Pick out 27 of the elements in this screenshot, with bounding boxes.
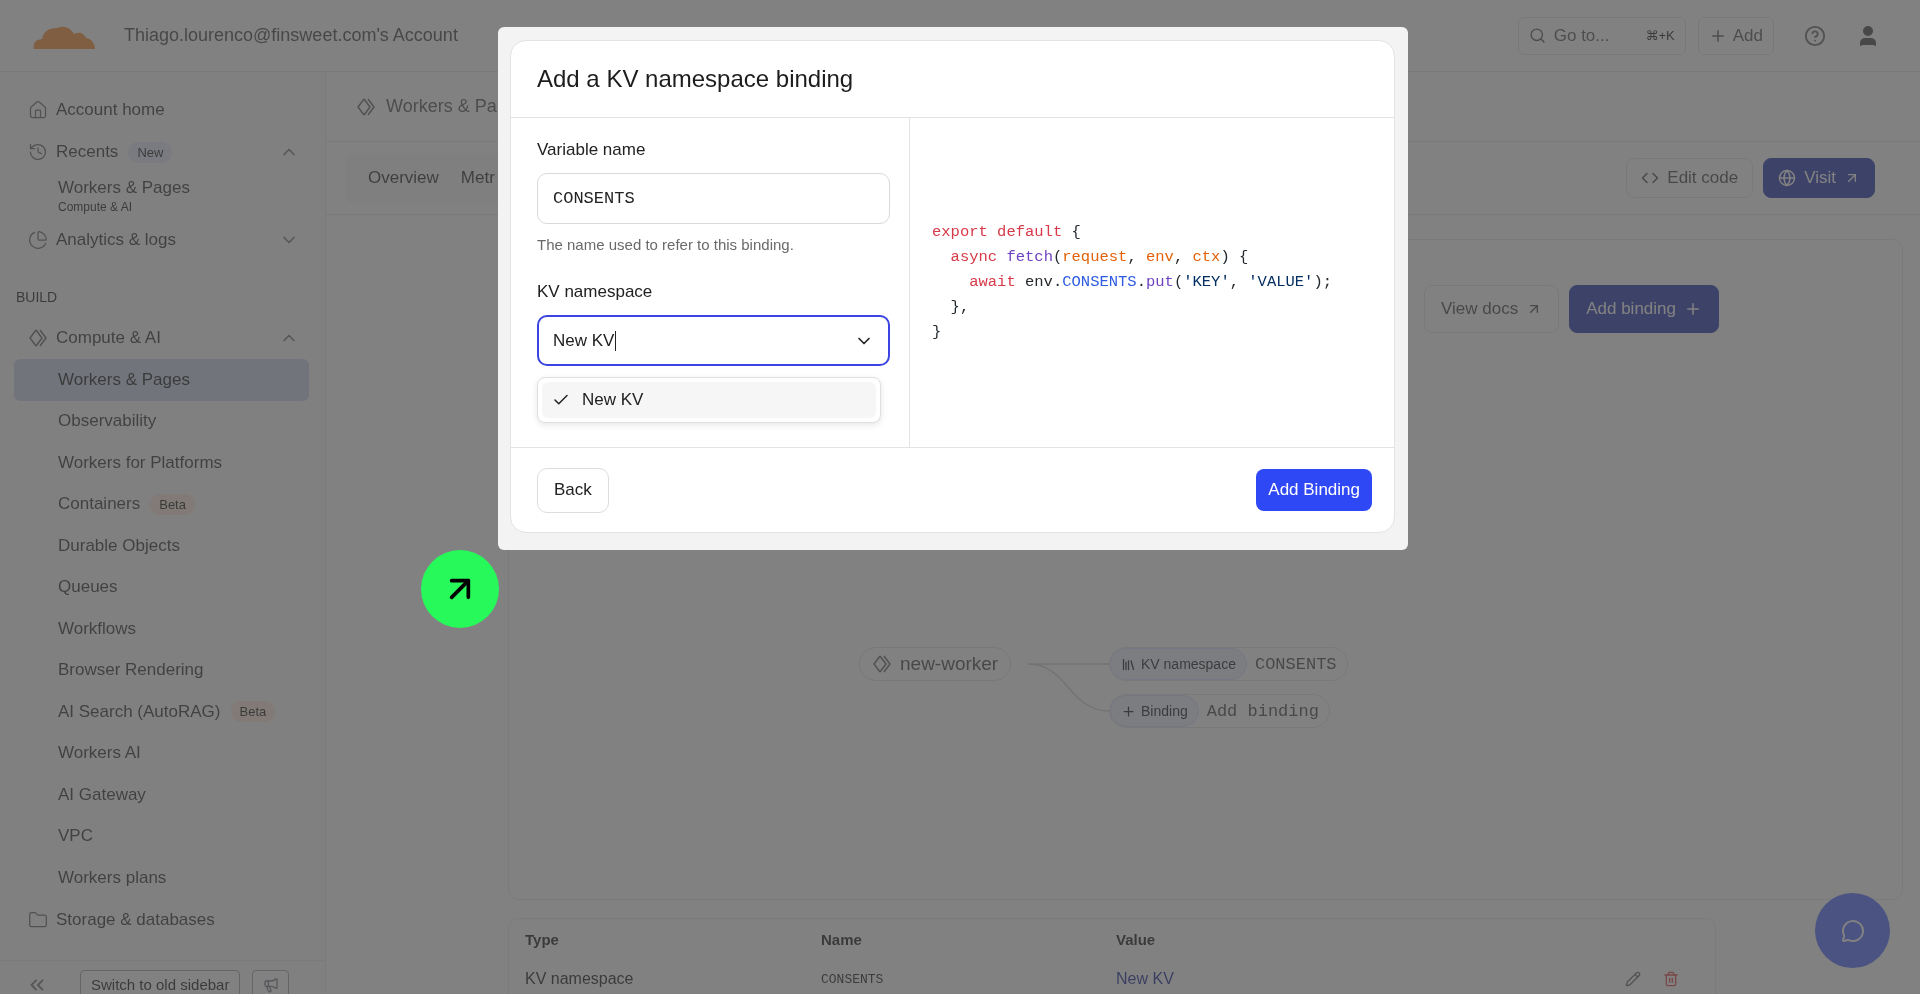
section-heading: BUILD [15,288,59,307]
code-snippet: export default { async fetch(request, env, ctx) { await env.CONSENTS.put('KEY', 'VALUE'); }, } [931,222,1334,343]
sidebar-label[interactable]: Compute & AI [56,328,161,348]
binding-value: Add binding [1206,701,1319,721]
table-cell-text: CONSENTS [821,971,885,987]
binding-value: CONSENTS [1254,654,1337,674]
column-header: Type [525,930,560,948]
input-field[interactable]: CONSENTS [537,173,890,224]
shortcut-hint: ⌘+K [1645,28,1675,43]
sidebar-label[interactable]: Storage & databases [56,909,215,930]
field-hint: The name used to refer to this binding. [537,236,795,253]
item-subtitle: Compute & AI [58,200,134,214]
binding-type: KV namespace [1141,656,1236,672]
select-field[interactable]: New KV [537,315,890,366]
binding-type: Binding [1141,703,1188,719]
table-cell-text: KV namespace [525,970,635,988]
sidebar-label[interactable]: Analytics & logs [56,230,176,250]
sidebar-item-label[interactable]: AI Search (AutoRAG) [58,701,221,722]
column-header: Value [1116,930,1157,948]
field-label: KV namespace [537,282,654,302]
modal-title: Add a KV namespace binding [511,41,1394,118]
add-binding-submit-button[interactable]: Add Binding [1256,469,1372,511]
column-header: Name [821,930,863,948]
field-label: Variable name [537,140,647,160]
dropdown-option[interactable]: New KV [542,382,876,418]
account-name[interactable]: Thiago.lourenco@finsweet.com's Account [124,25,458,46]
back-button[interactable]: Back [537,467,609,513]
